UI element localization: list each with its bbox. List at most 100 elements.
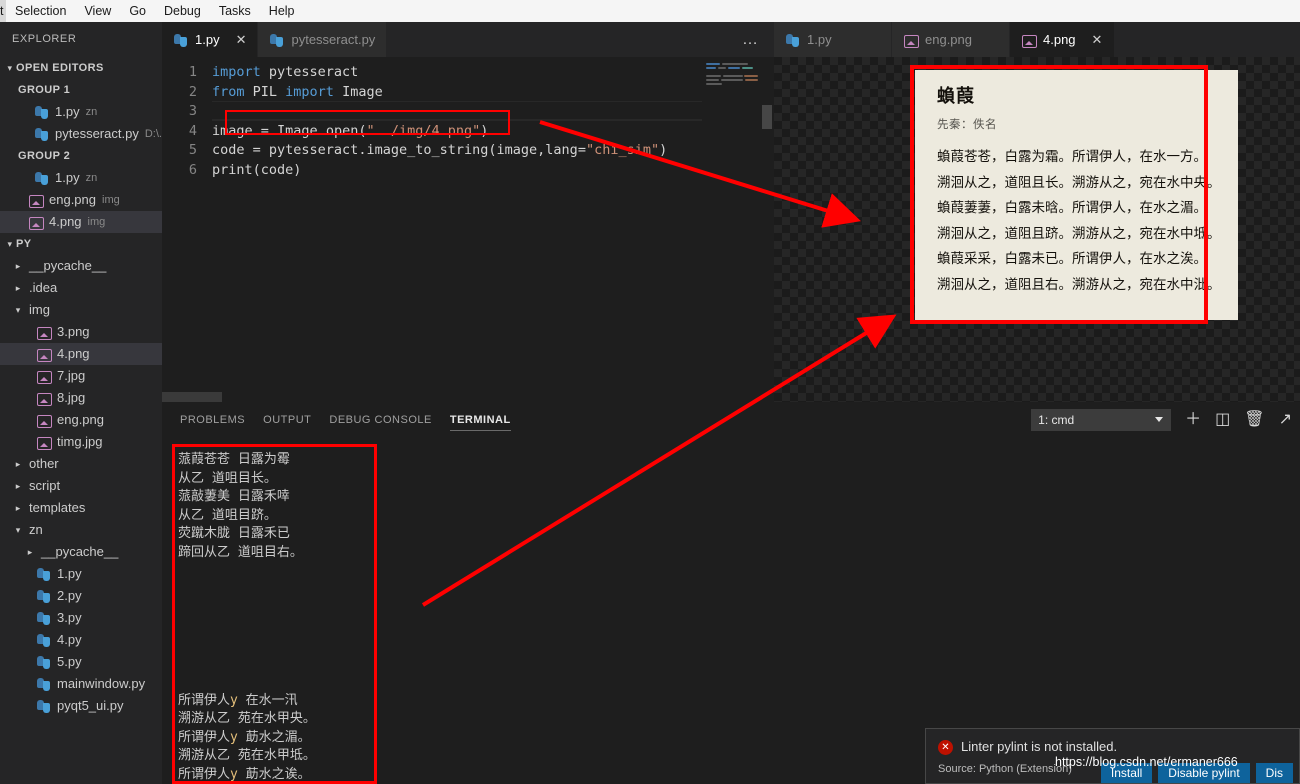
- poem-line: 蝜葭萋萋，白露未晗。所谓伊人，在水之湄。: [937, 195, 1238, 221]
- tree-item-label: img: [29, 299, 50, 321]
- tree-item-5-py[interactable]: 5.py: [0, 651, 162, 673]
- tree-item-8-jpg[interactable]: 8.jpg: [0, 387, 162, 409]
- menu-item-tasks[interactable]: Tasks: [210, 0, 260, 22]
- editor-horizontal-scrollbar[interactable]: [162, 392, 222, 402]
- tree-item-4-png[interactable]: 4.png: [0, 343, 162, 365]
- twisty-spacer: [24, 365, 36, 387]
- twisty-spacer: [24, 651, 36, 673]
- open-editor-1py-g2[interactable]: 1.py zn: [0, 167, 162, 189]
- terminal-selector[interactable]: 1: cmd: [1031, 409, 1171, 431]
- open-editor-1py-g1[interactable]: 1.py zn: [0, 101, 162, 123]
- tree-item-script[interactable]: ▸script: [0, 475, 162, 497]
- menu-item-go[interactable]: Go: [120, 0, 155, 22]
- tree-item-4-py[interactable]: 4.py: [0, 629, 162, 651]
- tree-item-eng-png[interactable]: eng.png: [0, 409, 162, 431]
- tab-terminal[interactable]: TERMINAL: [450, 402, 511, 437]
- tree-item-img[interactable]: ▾img: [0, 299, 162, 321]
- terminal-line: 所谓伊人y 莇水之诶。: [178, 766, 316, 784]
- new-terminal-icon[interactable]: ＋: [1185, 412, 1201, 428]
- tab-1py[interactable]: 1.py ✕: [162, 22, 258, 57]
- terminal-token: 溯游从乙 苑在水甲坻。: [178, 748, 316, 763]
- code-line: code = pytesseract.image_to_string(image…: [212, 141, 774, 161]
- split-terminal-icon[interactable]: ◫: [1215, 412, 1230, 428]
- tab-4png[interactable]: 4.png ✕: [1010, 22, 1115, 57]
- tree-item-label: pyqt5_ui.py: [57, 695, 124, 717]
- menu-item-view[interactable]: View: [75, 0, 120, 22]
- annotation-box-code-line4: [225, 110, 510, 135]
- image-icon: [36, 324, 52, 340]
- tab-label: eng.png: [925, 32, 972, 47]
- editor-vertical-scrollbar[interactable]: [760, 57, 774, 402]
- tab-engpng[interactable]: eng.png: [892, 22, 1010, 57]
- menu-item-selection[interactable]: Selection: [6, 0, 75, 22]
- code-token: ): [659, 142, 667, 158]
- open-editor-4png-g2[interactable]: 4.png img: [0, 211, 162, 233]
- open-editor-path: img: [102, 189, 120, 211]
- code-token: ): [293, 162, 301, 178]
- minimap[interactable]: [702, 57, 760, 402]
- code-token: image: [497, 142, 538, 158]
- tree-item-label: 1.py: [57, 563, 82, 585]
- code-token: import: [212, 64, 269, 80]
- tab-problems[interactable]: PROBLEMS: [180, 402, 245, 437]
- menu-item-help[interactable]: Help: [260, 0, 304, 22]
- tree-item-label: timg.jpg: [57, 431, 103, 453]
- tab-output[interactable]: OUTPUT: [263, 402, 311, 437]
- maximize-panel-icon[interactable]: ↗: [1279, 412, 1292, 428]
- menu-item-debug[interactable]: Debug: [155, 0, 210, 22]
- chevron-down-icon: [1155, 417, 1163, 422]
- image-icon: [36, 412, 52, 428]
- chevron-down-icon: ▾: [4, 57, 16, 79]
- tree-item-timg-jpg[interactable]: timg.jpg: [0, 431, 162, 453]
- open-editor-engpng-g2[interactable]: eng.png img: [0, 189, 162, 211]
- terminal-token: 莇水之湄。: [238, 730, 311, 745]
- tree-item--pycache-[interactable]: ▸__pycache__: [0, 255, 162, 277]
- close-icon[interactable]: ✕: [1092, 33, 1103, 46]
- tab-debug-console[interactable]: DEBUG CONSOLE: [329, 402, 431, 437]
- kill-terminal-icon[interactable]: 🗑: [1244, 412, 1264, 428]
- poem-line: 蝜葭采采，白露未已。所谓伊人，在水之涘。: [937, 246, 1238, 272]
- tree-item-label: 3.png: [57, 321, 90, 343]
- terminal-line: 蒎敲萋美 日露禾啈: [178, 488, 316, 507]
- python-icon: [36, 588, 52, 604]
- twisty-spacer: [24, 321, 36, 343]
- tree-item-other[interactable]: ▸other: [0, 453, 162, 475]
- tree-item-3-py[interactable]: 3.py: [0, 607, 162, 629]
- open-editor-pytesseractpy-g1[interactable]: pytesseract.py D:\...: [0, 123, 162, 145]
- editor-group-2: 1.py eng.png 4.png ✕ 蝜葭 先秦：佚名 蝜葭苍苍，白露为霜。…: [774, 22, 1300, 402]
- code-token: (: [253, 162, 261, 178]
- terminal-line: [178, 636, 316, 655]
- image-icon: [903, 32, 919, 48]
- tree-item--idea[interactable]: ▸.idea: [0, 277, 162, 299]
- scrollbar-thumb[interactable]: [762, 105, 772, 129]
- tree-item-mainwindow-py[interactable]: mainwindow.py: [0, 673, 162, 695]
- terminal-line: 从乙 道咀目跻。: [178, 507, 316, 526]
- python-icon: [36, 676, 52, 692]
- twisty-spacer: [24, 409, 36, 431]
- terminal-token: 所谓伊人: [178, 767, 230, 782]
- terminal-line: [178, 581, 316, 600]
- python-icon: [36, 698, 52, 714]
- tab-label: 4.png: [1043, 32, 1076, 47]
- image-preview-canvas[interactable]: 蝜葭 先秦：佚名 蝜葭苍苍，白露为霜。所谓伊人，在水一方。溯洄从之，道阻且长。溯…: [774, 57, 1300, 402]
- image-icon: [28, 214, 44, 230]
- terminal-token: 荧蹴木胧 日露禾已: [178, 526, 290, 541]
- code-editor[interactable]: 123456 import pytesseractfrom PIL import…: [162, 57, 774, 402]
- tree-item-1-py[interactable]: 1.py: [0, 563, 162, 585]
- section-open-editors[interactable]: ▾ OPEN EDITORS: [0, 57, 162, 79]
- tree-item-templates[interactable]: ▸templates: [0, 497, 162, 519]
- tab-1py-g2[interactable]: 1.py: [774, 22, 892, 57]
- terminal-token: 所谓伊人: [178, 693, 230, 708]
- tab-pytesseractpy[interactable]: pytesseract.py: [258, 22, 387, 57]
- more-actions-icon[interactable]: …: [742, 32, 760, 48]
- close-icon[interactable]: ✕: [236, 33, 247, 46]
- tree-item-zn[interactable]: ▾zn: [0, 519, 162, 541]
- tree-item-7-jpg[interactable]: 7.jpg: [0, 365, 162, 387]
- tree-item-pyqt5-ui-py[interactable]: pyqt5_ui.py: [0, 695, 162, 717]
- code-token: lang: [545, 142, 578, 158]
- section-py[interactable]: ▾ PY: [0, 233, 162, 255]
- tree-item--pycache-[interactable]: ▸__pycache__: [0, 541, 162, 563]
- tree-item-3-png[interactable]: 3.png: [0, 321, 162, 343]
- disable-button[interactable]: Dis: [1256, 763, 1293, 783]
- tree-item-2-py[interactable]: 2.py: [0, 585, 162, 607]
